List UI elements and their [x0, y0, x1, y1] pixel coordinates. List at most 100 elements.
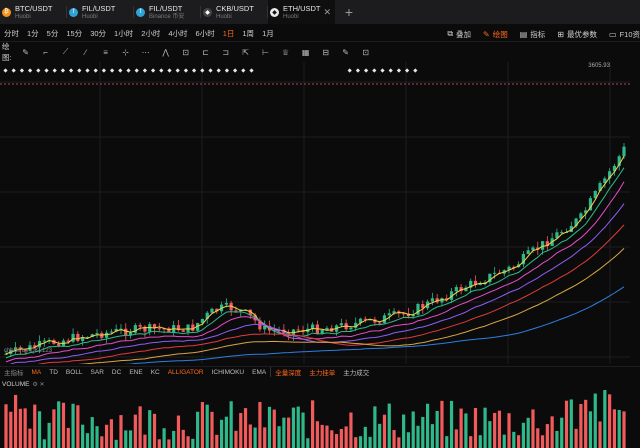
volume-bar — [172, 430, 176, 448]
indicator-ma[interactable]: MA — [28, 369, 46, 376]
draw-tool-icon[interactable]: ⊢ — [256, 48, 276, 57]
tab-fil-usdt[interactable]: f FIL/USDT Huobi — [67, 0, 134, 24]
volume-bar — [167, 439, 171, 448]
candle-body — [57, 343, 61, 346]
indicator-ichimoku[interactable]: ICHIMOKU — [208, 369, 249, 376]
candle-body — [95, 333, 99, 335]
volume-bar — [555, 430, 559, 448]
signal-marker — [44, 68, 49, 73]
candle-body — [526, 250, 530, 254]
interval-1小时[interactable]: 1小时 — [110, 28, 137, 39]
volume-bar — [109, 419, 113, 448]
candle-body — [4, 353, 8, 355]
volume-bar — [603, 390, 607, 448]
overlay-button[interactable]: ⧉ 叠加 — [447, 29, 471, 40]
signal-marker — [19, 68, 25, 73]
signal-marker — [363, 68, 369, 73]
volume-bar — [588, 411, 593, 448]
volume-bar — [224, 416, 228, 448]
signal-marker — [134, 68, 139, 73]
close-icon[interactable]: ✕ — [323, 7, 331, 18]
draw-tool-icon[interactable]: ⊏ — [196, 48, 216, 57]
interval-30分[interactable]: 30分 — [86, 28, 110, 39]
volume-bar — [330, 430, 334, 448]
add-tab-button[interactable]: + — [337, 0, 361, 24]
signal-marker — [241, 68, 246, 73]
volume-label: VOLUME — [2, 380, 30, 388]
draw-tool-icon[interactable]: ≡ — [96, 48, 116, 57]
interval-1分[interactable]: 1分 — [23, 28, 43, 39]
volume-bar — [133, 414, 137, 448]
tab-ckb-usdt[interactable]: ◆ CKB/USDT Huobi — [201, 0, 268, 24]
volume-bar — [291, 407, 296, 448]
volume-bar — [440, 400, 444, 448]
ma-line — [77, 248, 625, 364]
ma-line — [123, 286, 625, 364]
indicator-dc[interactable]: DC — [108, 369, 125, 376]
draw-tool-icon[interactable]: ✎ — [336, 48, 356, 57]
interval-1月[interactable]: 1月 — [258, 28, 278, 39]
volume-bar — [37, 411, 42, 448]
volume-bar — [497, 410, 502, 448]
f10-button[interactable]: ▭ F10资 — [609, 29, 640, 40]
draw-tool-icon[interactable]: ⊐ — [216, 48, 236, 57]
document-icon: ▭ — [609, 29, 617, 39]
draw-tool-icon[interactable]: ⇱ — [236, 48, 256, 57]
interval-分时[interactable]: 分时 — [0, 28, 23, 39]
volume-bar — [95, 426, 99, 448]
draw-tool-icon[interactable]: ⊟ — [316, 48, 336, 57]
draw-tool-icon[interactable]: ⌐ — [36, 48, 56, 57]
interval-15分[interactable]: 15分 — [62, 28, 86, 39]
indicator-boll[interactable]: BOLL — [62, 369, 87, 376]
indicator-主力挂单[interactable]: 主力挂单 — [305, 367, 339, 377]
draw-tool-icon[interactable]: ⊡ — [176, 48, 196, 57]
volume-bar — [507, 413, 511, 448]
interval-1日[interactable]: 1日 — [219, 28, 239, 39]
interval-1周[interactable]: 1周 — [238, 28, 258, 39]
interval-5分[interactable]: 5分 — [43, 28, 63, 39]
indicator-ene[interactable]: ENE — [125, 369, 146, 376]
draw-tool-icon[interactable]: ∕ — [76, 48, 96, 57]
candlestick-chart-svg[interactable] — [0, 62, 640, 364]
draw-tool-icon[interactable]: ✎ — [16, 48, 36, 57]
draw-tool-icon[interactable]: ⟋ — [56, 47, 76, 57]
interval-4小时[interactable]: 4小时 — [164, 28, 191, 39]
volume-bar — [569, 399, 573, 448]
indicator-alligator[interactable]: ALLIGATOR — [164, 369, 208, 376]
volume-bar — [90, 417, 94, 448]
candle-body — [76, 333, 80, 342]
indicator-td[interactable]: TD — [45, 369, 62, 376]
draw-tool-icon[interactable]: ⊡ — [356, 48, 376, 57]
draw-tool-icon[interactable]: ♕ — [276, 48, 296, 57]
draw-tool-icon[interactable]: ⋀ — [156, 48, 176, 57]
draw-button[interactable]: ✎ 绘图 — [483, 29, 508, 40]
draw-tool-icon[interactable]: ▦ — [296, 48, 316, 57]
indicator-主力成交[interactable]: 主力成交 — [339, 367, 373, 377]
tab-btc-usdt[interactable]: ₿ BTC/USDT Huobi — [0, 0, 67, 24]
volume-bar — [421, 416, 425, 448]
volume-bar — [186, 436, 190, 448]
candle-body — [478, 283, 482, 285]
volume-settings-icon[interactable]: ⚙ ✕ — [32, 381, 44, 388]
interval-6小时[interactable]: 6小时 — [192, 28, 219, 39]
interval-2小时[interactable]: 2小时 — [137, 28, 164, 39]
indicator-sar[interactable]: SAR — [87, 369, 108, 376]
draw-tool-icon[interactable]: ⊹ — [116, 48, 136, 57]
volume-bar — [579, 403, 583, 448]
volume-bar — [378, 423, 382, 448]
volume-bar — [243, 408, 248, 448]
volume-bar — [430, 424, 434, 448]
indicator-全量深度[interactable]: 全量深度 — [270, 367, 305, 377]
draw-tool-icon[interactable]: ⋯ — [136, 48, 156, 57]
candle-body — [560, 232, 564, 234]
price-chart[interactable]: 3605.93 charts by QKL123 — [0, 62, 640, 364]
signal-marker — [150, 68, 156, 73]
indicator-kc[interactable]: KC — [147, 369, 164, 376]
volume-bar — [306, 438, 310, 448]
indicator-ema[interactable]: EMA — [248, 369, 270, 376]
tab-fil-usdt[interactable]: f FIL/USDT Binance 币安 — [134, 0, 201, 24]
best-params-button[interactable]: ⊞ 最优参数 — [557, 29, 597, 40]
volume-bar — [363, 426, 367, 448]
tab-eth-usdt[interactable]: ◆ ETH/USDT Huobi ✕ — [268, 0, 335, 24]
indicator-button[interactable]: ▤ 指标 — [520, 29, 546, 40]
